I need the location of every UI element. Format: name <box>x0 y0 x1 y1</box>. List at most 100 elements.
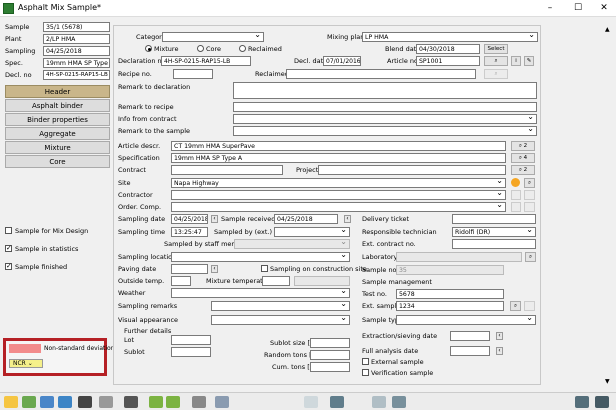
scroll-down-icon[interactable]: ▼ <box>605 378 610 385</box>
scroll-up-icon[interactable]: ▲ <box>605 26 610 33</box>
chart-icon[interactable] <box>304 396 318 408</box>
recipe-no-field[interactable] <box>173 69 213 79</box>
nav-asphalt-binder[interactable]: Asphalt binder <box>5 99 110 112</box>
lot-field[interactable] <box>171 335 211 345</box>
site-select[interactable]: Napa Highway <box>171 178 506 188</box>
decl-date-field[interactable]: 07/01/2016 <box>323 56 361 66</box>
random-tons-field[interactable] <box>310 350 350 360</box>
find-icon[interactable] <box>124 396 138 408</box>
article-search-button[interactable]: ⌕ <box>484 56 508 66</box>
sublot-size-field[interactable] <box>310 338 350 348</box>
external-sample-checkbox[interactable] <box>362 358 369 365</box>
ext-sample-field[interactable]: 1234 <box>396 301 504 311</box>
mixture-radio[interactable] <box>145 45 152 52</box>
article-descr-field[interactable]: CT 19mm HMA SuperPave <box>171 141 506 151</box>
mixing-plant-select[interactable]: LP HMA <box>362 32 538 42</box>
paving-date-field[interactable] <box>171 264 208 274</box>
select-button[interactable]: Select <box>484 44 508 54</box>
reclaimed-search-button[interactable]: ⌕ <box>484 69 508 79</box>
contractor-select[interactable] <box>171 190 506 200</box>
import-icon[interactable] <box>40 396 54 408</box>
extraction-date-field[interactable] <box>450 331 490 341</box>
next-icon[interactable] <box>166 396 180 408</box>
settings-icon[interactable] <box>215 396 229 408</box>
minimize-button[interactable]: – <box>540 2 560 15</box>
mixture-temp-range-field[interactable] <box>294 276 350 286</box>
project-field[interactable] <box>318 165 506 175</box>
extraction-date-picker[interactable]: ‹ <box>496 332 503 340</box>
delete-icon[interactable] <box>99 396 113 408</box>
article-no-field[interactable]: SP1001 <box>416 56 480 66</box>
print-icon[interactable] <box>192 396 206 408</box>
archive-icon[interactable] <box>330 396 344 408</box>
order-comp-select[interactable] <box>171 202 506 212</box>
mixture-temp-field[interactable] <box>262 276 290 286</box>
order-comp-search-icon[interactable] <box>524 202 535 212</box>
remark-decl-field[interactable] <box>233 82 537 99</box>
sampling-date-picker[interactable]: ‹ <box>211 215 218 223</box>
remark-sample-field[interactable] <box>233 126 537 136</box>
remark-recipe-field[interactable] <box>233 102 537 112</box>
vertical-scrollbar[interactable]: ▲ ▼ <box>603 26 614 386</box>
nav-header[interactable]: Header <box>5 85 110 98</box>
sampling-time-field[interactable]: 13:25:47 <box>171 227 208 237</box>
order-comp-info-icon[interactable] <box>511 202 521 212</box>
site-search-button[interactable]: ⌕ <box>524 178 535 188</box>
laboratory-search-button[interactable]: ⌕ <box>525 252 536 262</box>
visual-appearance-select[interactable] <box>211 315 350 325</box>
nav-core[interactable]: Core <box>5 155 110 168</box>
save-icon[interactable] <box>78 396 92 408</box>
new-icon[interactable] <box>4 396 18 408</box>
exit-icon[interactable] <box>595 396 609 408</box>
construction-site-checkbox[interactable] <box>261 265 268 272</box>
contractor-search-icon[interactable] <box>524 190 535 200</box>
close-button[interactable]: ✕ <box>594 2 614 15</box>
ext-contract-field[interactable] <box>452 239 536 249</box>
laboratory-field[interactable] <box>396 252 522 262</box>
sampling-remarks-select[interactable] <box>211 301 350 311</box>
sampling-date-field[interactable]: 04/25/2018 <box>171 214 208 224</box>
full-analysis-field[interactable] <box>450 346 490 356</box>
sublot-field[interactable] <box>171 347 211 357</box>
verification-sample-checkbox[interactable] <box>362 369 369 376</box>
sampled-by-ext-select[interactable] <box>274 227 350 237</box>
reclaimed-field[interactable] <box>286 69 476 79</box>
weather-select[interactable] <box>171 288 350 298</box>
specification-button[interactable]: ⌕ 4 <box>511 153 535 163</box>
finished-checkbox[interactable] <box>5 262 12 270</box>
specification-field[interactable]: 19mm HMA SP Type A <box>171 153 506 163</box>
ext-sample-search-button[interactable]: ⌕ <box>510 301 521 311</box>
full-analysis-picker[interactable]: ‹ <box>496 347 503 355</box>
ext-sample-icon[interactable] <box>524 301 535 311</box>
nav-mixture[interactable]: Mixture <box>5 141 110 154</box>
sampled-by-staff-select[interactable] <box>234 239 350 249</box>
nav-aggregate[interactable]: Aggregate <box>5 127 110 140</box>
previous-icon[interactable] <box>149 396 163 408</box>
nav-binder-properties[interactable]: Binder properties <box>5 113 110 126</box>
contract-field[interactable] <box>171 165 283 175</box>
contractor-info-icon[interactable] <box>511 190 521 200</box>
maximize-button[interactable]: ☐ <box>568 2 588 15</box>
sample-type-select[interactable] <box>396 315 536 325</box>
site-warning-icon[interactable] <box>511 178 520 187</box>
close-record-icon[interactable] <box>575 396 589 408</box>
info-contract-field[interactable] <box>233 114 537 124</box>
email-icon[interactable] <box>392 396 406 408</box>
paving-date-picker[interactable]: ‹ <box>211 265 218 273</box>
outside-temp-field[interactable] <box>171 276 191 286</box>
article-descr-button[interactable]: ⌕ 2 <box>511 141 535 151</box>
delivery-ticket-field[interactable] <box>452 214 536 224</box>
cum-tons-field[interactable] <box>310 362 350 372</box>
pencil-icon[interactable]: ✎ <box>524 56 534 66</box>
export-icon[interactable] <box>58 396 72 408</box>
reclaimed-radio[interactable] <box>239 45 246 52</box>
sample-received-picker[interactable]: ‹ <box>344 215 351 223</box>
category-select[interactable] <box>162 32 264 42</box>
statistics-checkbox[interactable] <box>5 244 12 252</box>
sample-received-field[interactable]: 04/25/2018 <box>274 214 338 224</box>
contract-button[interactable]: ⌕ 2 <box>511 165 535 175</box>
sampling-location-select[interactable] <box>171 252 350 262</box>
copy-icon[interactable] <box>22 396 36 408</box>
blend-date-field[interactable]: 04/30/2018 <box>416 44 480 54</box>
article-info-button[interactable]: i <box>511 56 521 66</box>
